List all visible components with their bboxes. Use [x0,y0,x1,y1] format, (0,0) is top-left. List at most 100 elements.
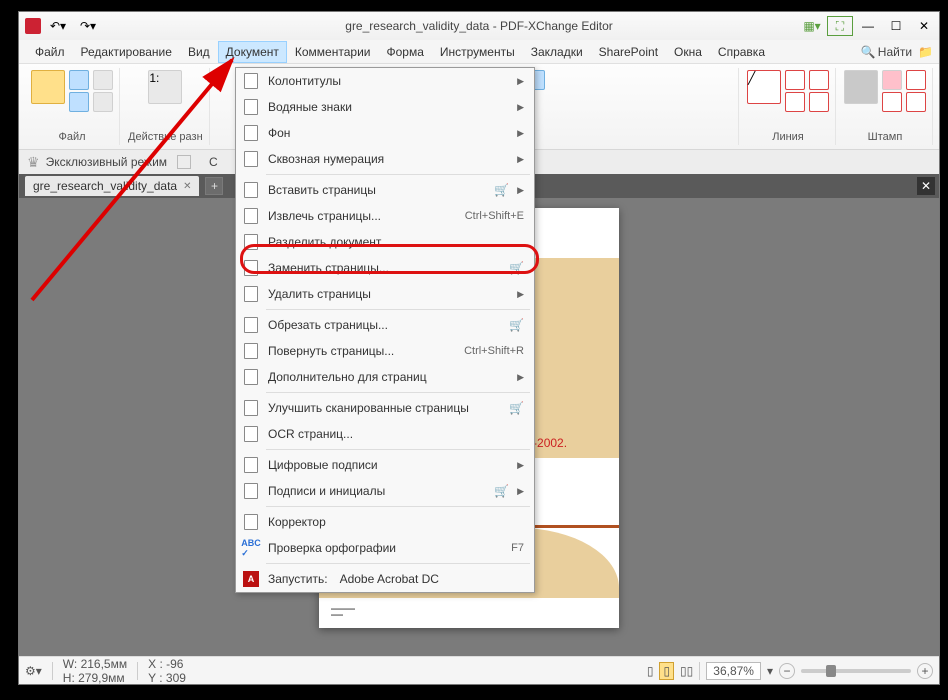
menu-item[interactable]: Разделить документ... [236,229,534,255]
stamp-icon[interactable] [844,70,878,104]
menu-item[interactable]: Повернуть страницы...Ctrl+Shift+R [236,338,534,364]
close-button[interactable]: ✕ [911,16,937,36]
page-icon [242,342,260,360]
page-icon [242,368,260,386]
menu-form[interactable]: Форма [378,41,431,63]
menu-item[interactable]: Улучшить сканированные страницы🛒 [236,395,534,421]
polygon-icon[interactable] [809,92,829,112]
page-icon [242,98,260,116]
page-icon [242,72,260,90]
maximize-button[interactable]: ☐ [883,16,909,36]
line-tool-icon[interactable]: ╱ [747,70,781,104]
menu-item[interactable]: ABC✓Проверка орфографииF7 [236,535,534,561]
snapshot-icon[interactable] [93,70,113,90]
folder-search-button[interactable]: 📁 [918,45,933,59]
menu-help[interactable]: Справка [710,41,773,63]
burst-icon[interactable] [906,92,926,112]
rect-icon[interactable] [785,70,805,90]
minimize-button[interactable]: — [855,16,881,36]
find-tool[interactable]: 🔍 Найти [861,45,912,59]
menu-item-label: Корректор [268,515,524,529]
menu-item-label: Дополнительно для страниц [268,370,509,384]
menu-view[interactable]: Вид [180,41,218,63]
page-icon [242,316,260,334]
ribbon-group-line: ╱ Линия [741,68,836,145]
page-icon [242,233,260,251]
shortcut-label: Ctrl+Shift+R [464,345,524,357]
pencil-icon[interactable] [906,70,926,90]
page-icon: ABC✓ [242,539,260,557]
menu-item-label: Водяные знаки [268,100,509,114]
titlebar: ↶▾ ↷▾ gre_research_validity_data - PDF-X… [19,12,939,40]
menu-item-label: Подписи и инициалы [268,484,482,498]
document-tab[interactable]: gre_research_validity_data ✕ [25,176,199,196]
menu-item[interactable]: Удалить страницы▶ [236,281,534,307]
mode-toggle[interactable] [177,155,191,169]
open-file-icon[interactable] [31,70,65,104]
tabs-close-all[interactable]: ✕ [917,177,935,195]
tab-close-icon[interactable]: ✕ [183,181,191,192]
menu-comments[interactable]: Комментарии [287,41,379,63]
cloud-icon[interactable] [882,92,902,112]
cart-icon: 🛒 [509,401,524,415]
fullscreen-button[interactable]: ⛶ [827,16,853,36]
menu-item[interactable]: Обрезать страницы...🛒 [236,312,534,338]
text-select-icon[interactable] [69,92,89,112]
submenu-arrow-icon: ▶ [517,185,524,196]
menu-item[interactable]: Водяные знаки ▶ [236,94,534,120]
polyline-icon[interactable] [809,70,829,90]
zoom-slider[interactable] [801,669,911,673]
ui-options-button[interactable]: ▦▾ [799,16,825,36]
menu-item[interactable]: Извлечь страницы...Ctrl+Shift+E [236,203,534,229]
menu-item-label: Удалить страницы [268,287,509,301]
document-menu-dropdown: Колонтитулы▶Водяные знаки▶Фон▶Сквозная н… [235,67,535,593]
page-icon [242,207,260,225]
zoom-out-button[interactable]: − [779,663,795,679]
oval-icon[interactable] [785,92,805,112]
clipboard-icon[interactable] [93,92,113,112]
menu-document[interactable]: Документ [218,41,287,63]
menu-item[interactable]: Корректор [236,509,534,535]
menu-item[interactable]: Дополнительно для страниц▶ [236,364,534,390]
menu-item-label: Колонтитулы [268,74,509,88]
menu-item[interactable]: AЗапустить: Adobe Acrobat DC [236,566,534,592]
page-icon [242,181,260,199]
page-icon: A [242,570,260,588]
menu-bookmarks[interactable]: Закладки [523,41,591,63]
menu-item-label: Сквозная нумерация [268,152,509,166]
mode-rest: С [209,155,218,169]
menu-sharepoint[interactable]: SharePoint [591,41,666,63]
zoom-value[interactable]: 36,87% [706,662,761,680]
page-icon [242,425,260,443]
menu-windows[interactable]: Окна [666,41,710,63]
zoom-in-button[interactable]: + [917,663,933,679]
menu-item[interactable]: Заменить страницы...🛒 [236,255,534,281]
menu-item[interactable]: Колонтитулы▶ [236,68,534,94]
menu-item[interactable]: Сквозная нумерация▶ [236,146,534,172]
menu-item-label: Обрезать страницы... [268,318,497,332]
menu-item[interactable]: Цифровые подписи▶ [236,452,534,478]
menu-item-label: Adobe Acrobat DC [340,572,524,586]
layout-facing-icon[interactable]: ▯▯ [680,664,693,678]
eraser-icon[interactable] [882,70,902,90]
menu-item[interactable]: Фон▶ [236,120,534,146]
layout-single-icon[interactable]: ▯ [647,664,654,678]
page-icon [242,124,260,142]
layout-continuous-icon[interactable]: ▯ [659,662,674,680]
hand-tool-icon[interactable] [69,70,89,90]
new-tab-button[interactable]: + [205,177,223,195]
ribbon-group-line-label: Линия [772,131,804,143]
page-icon [242,513,260,531]
menu-tools[interactable]: Инструменты [432,41,523,63]
cart-icon: 🛒 [509,261,524,275]
menu-item[interactable]: Подписи и инициалы🛒▶ [236,478,534,504]
submenu-arrow-icon: ▶ [517,102,524,113]
zoom-tool-icon[interactable]: 1: [148,70,182,104]
menu-item[interactable]: Вставить страницы🛒▶ [236,177,534,203]
menu-item[interactable]: OCR страниц... [236,421,534,447]
menu-edit[interactable]: Редактирование [73,41,180,63]
ribbon-group-file-label: Файл [58,131,85,143]
status-xy: X : -96 Y : 309 [148,657,186,685]
options-icon[interactable]: ⚙▾ [25,664,42,678]
menu-file[interactable]: Файл [27,41,73,63]
